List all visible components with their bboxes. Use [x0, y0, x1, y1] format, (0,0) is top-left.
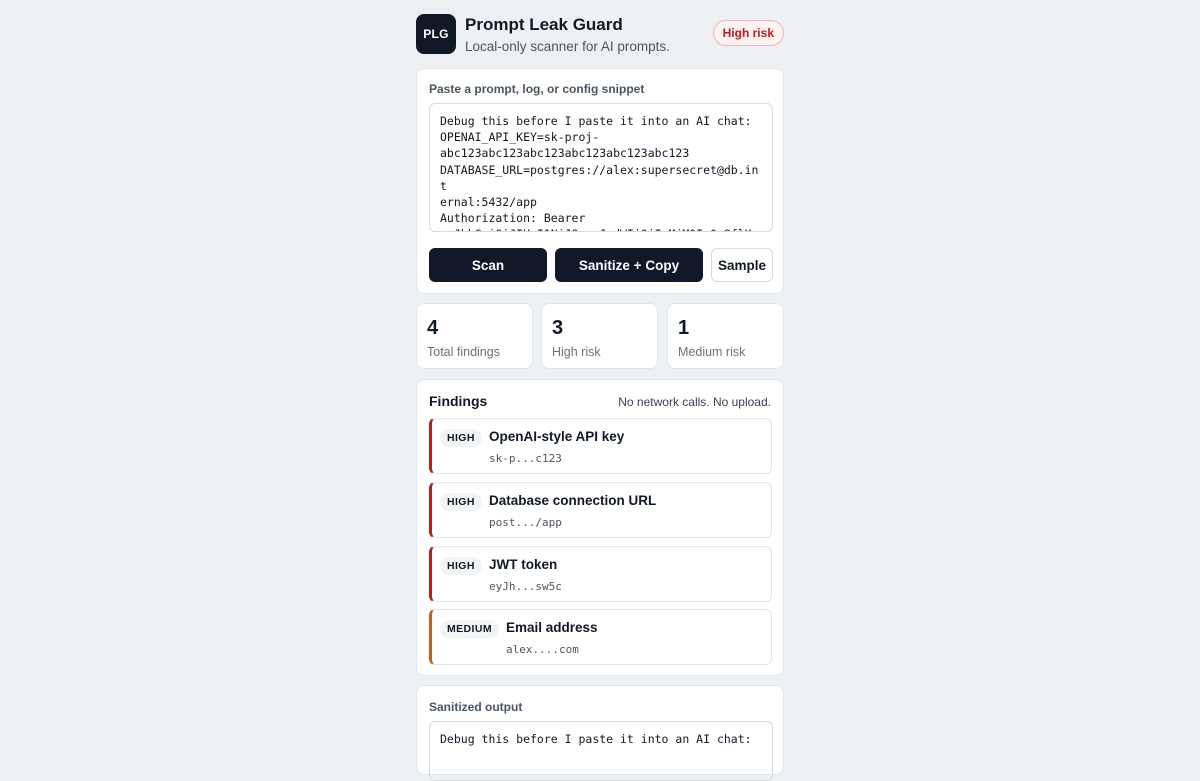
- prompt-input[interactable]: Debug this before I paste it into an AI …: [429, 103, 773, 232]
- sanitize-copy-button[interactable]: Sanitize + Copy: [555, 248, 703, 282]
- finding-item[interactable]: HIGH JWT token eyJh...sw5c: [429, 546, 772, 602]
- stat-value: 1: [678, 317, 690, 339]
- stat-label: High risk: [552, 345, 601, 359]
- finding-item[interactable]: HIGH OpenAI-style API key sk-p...c123: [429, 418, 772, 474]
- stat-value: 4: [427, 317, 439, 339]
- finding-item[interactable]: HIGH Database connection URL post.../app: [429, 482, 772, 538]
- stat-high-risk: 3 High risk: [541, 303, 658, 369]
- privacy-note: No network calls. No upload.: [618, 395, 771, 409]
- severity-badge: HIGH: [440, 429, 482, 447]
- findings-title: Findings: [429, 393, 488, 409]
- severity-badge: HIGH: [440, 557, 482, 575]
- finding-value: sk-p...c123: [489, 452, 562, 465]
- stat-label: Total findings: [427, 345, 500, 359]
- finding-name: Email address: [506, 620, 598, 635]
- app-title: Prompt Leak Guard: [465, 15, 623, 34]
- severity-badge: MEDIUM: [440, 620, 499, 638]
- severity-badge: HIGH: [440, 493, 482, 511]
- input-card: Paste a prompt, log, or config snippet D…: [416, 68, 784, 294]
- app-logo: PLG: [416, 14, 456, 54]
- sanitized-label: Sanitized output: [429, 700, 523, 714]
- finding-name: Database connection URL: [489, 493, 657, 508]
- findings-card: Findings No network calls. No upload. HI…: [416, 379, 784, 676]
- finding-item[interactable]: MEDIUM Email address alex....com: [429, 609, 772, 665]
- stat-label: Medium risk: [678, 345, 746, 359]
- sample-button[interactable]: Sample: [711, 248, 773, 282]
- header: PLG Prompt Leak Guard Local-only scanner…: [416, 0, 784, 68]
- input-label: Paste a prompt, log, or config snippet: [429, 82, 645, 96]
- stat-total-findings: 4 Total findings: [416, 303, 533, 369]
- app-container: PLG Prompt Leak Guard Local-only scanner…: [416, 0, 784, 781]
- finding-value: alex....com: [506, 643, 579, 656]
- risk-level-badge: High risk: [712, 20, 784, 46]
- sanitized-output[interactable]: Debug this before I paste it into an AI …: [429, 721, 773, 781]
- stat-medium-risk: 1 Medium risk: [667, 303, 784, 369]
- finding-value: eyJh...sw5c: [489, 580, 562, 593]
- finding-value: post.../app: [489, 516, 562, 529]
- sanitized-card: Sanitized output Debug this before I pas…: [416, 685, 784, 781]
- scan-button[interactable]: Scan: [429, 248, 547, 282]
- stat-value: 3: [552, 317, 564, 339]
- finding-name: OpenAI-style API key: [489, 429, 625, 444]
- finding-name: JWT token: [489, 557, 558, 572]
- app-subtitle: Local-only scanner for AI prompts.: [465, 39, 670, 54]
